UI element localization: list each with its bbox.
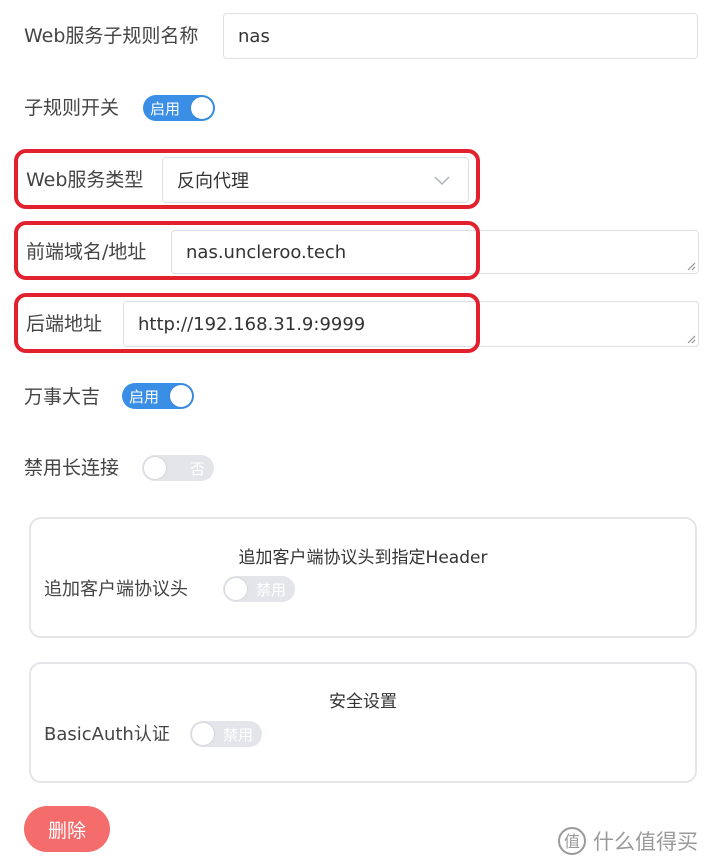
security-card-toggle[interactable]: 禁用 [190, 721, 262, 747]
frontend-label: 前端域名/地址 [26, 241, 147, 263]
smzdm-logo-icon: 值 [558, 827, 586, 855]
delete-button[interactable]: 删除 [24, 806, 110, 852]
resize-grip-icon[interactable] [686, 334, 696, 344]
backend-value: http://192.168.31.9:9999 [138, 313, 366, 335]
switch-knob [225, 578, 247, 600]
disable-keepalive-state: 否 [189, 459, 205, 478]
service-type-label: Web服务类型 [26, 169, 144, 191]
chevron-down-icon [434, 176, 450, 186]
header-card-toggle[interactable]: 禁用 [223, 576, 295, 602]
svg-text:值: 值 [564, 832, 580, 851]
wanshi-toggle[interactable]: 启用 [122, 383, 194, 409]
rule-name-label: Web服务子规则名称 [24, 25, 199, 47]
frontend-value: nas.uncleroo.tech [186, 241, 347, 263]
backend-label: 后端地址 [26, 313, 103, 335]
header-card-label: 追加客户端协议头 [44, 579, 188, 600]
rule-name-input[interactable]: nas [223, 13, 698, 59]
header-card-state: 禁用 [255, 580, 286, 599]
backend-input[interactable]: http://192.168.31.9:9999 [123, 301, 699, 347]
watermark-text: 什么值得买 [593, 830, 698, 854]
switch-knob [192, 723, 214, 745]
security-card-title: 安全设置 [329, 692, 397, 712]
rule-switch-toggle[interactable]: 启用 [143, 95, 215, 121]
wanshi-label: 万事大吉 [24, 386, 101, 408]
switch-knob [170, 385, 192, 407]
security-card: 安全设置 BasicAuth认证 禁用 [29, 662, 697, 783]
disable-keepalive-label: 禁用长连接 [24, 457, 120, 479]
security-card-label: BasicAuth认证 [44, 724, 170, 745]
header-card-title: 追加客户端协议头到指定Header [238, 548, 488, 568]
disable-keepalive-toggle[interactable]: 否 [142, 455, 214, 481]
header-card: 追加客户端协议头到指定Header 追加客户端协议头 禁用 [29, 517, 697, 638]
resize-grip-icon[interactable] [686, 261, 696, 271]
frontend-input[interactable]: nas.uncleroo.tech [171, 230, 699, 274]
rule-name-value: nas [238, 25, 270, 47]
switch-knob [191, 97, 213, 119]
service-type-value: 反向代理 [177, 171, 249, 192]
watermark: 值 什么值得买 [557, 826, 698, 856]
service-type-select[interactable]: 反向代理 [162, 157, 469, 203]
security-card-state: 禁用 [222, 725, 253, 744]
rule-switch-state: 启用 [150, 99, 181, 118]
wanshi-state: 启用 [129, 387, 160, 406]
rule-switch-label: 子规则开关 [24, 97, 120, 119]
switch-knob [144, 457, 166, 479]
